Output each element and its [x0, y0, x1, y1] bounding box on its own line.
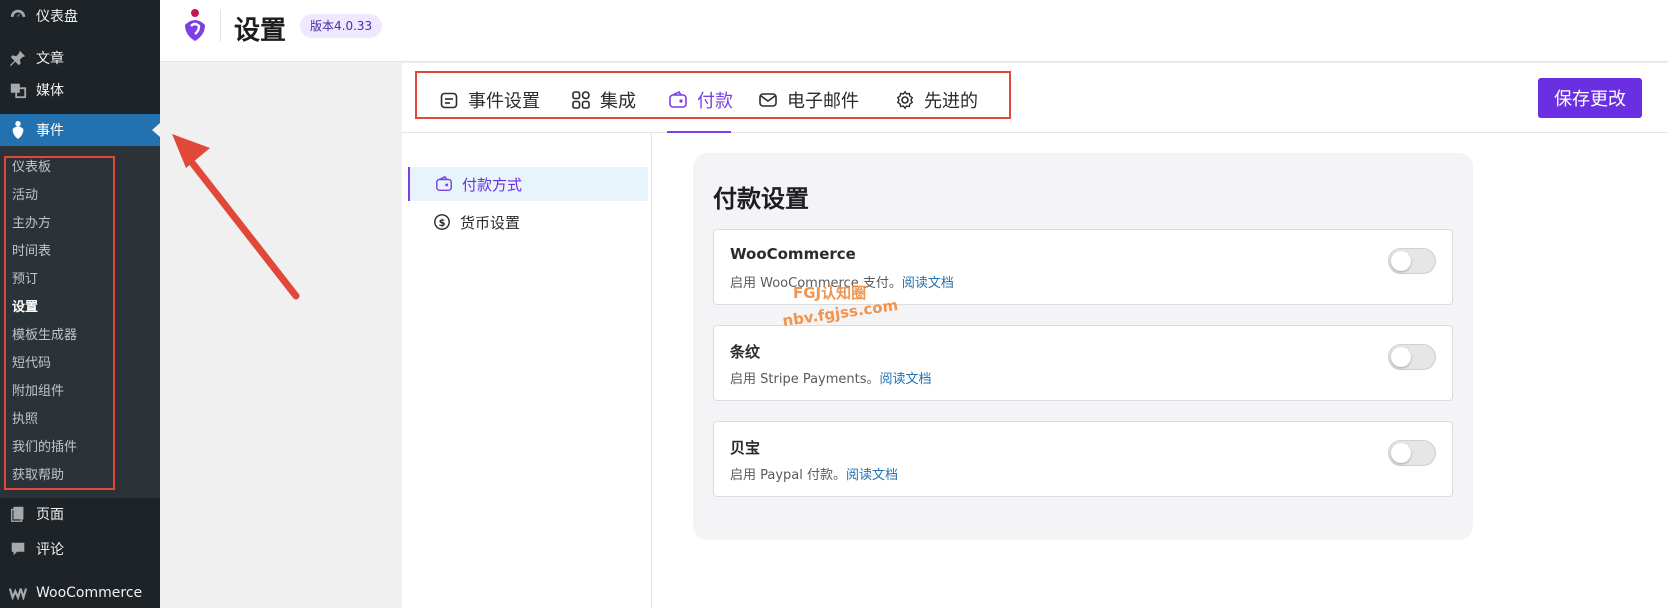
sidebar-item-comments[interactable]: 评论: [0, 533, 160, 565]
annotation-arrow: [172, 134, 300, 300]
sidebar-item-label: WooCommerce: [36, 585, 143, 601]
header-divider: [220, 10, 221, 42]
gateway-desc-text: 启用 Stripe Payments。: [730, 372, 880, 387]
gateway-toggle[interactable]: [1388, 248, 1436, 274]
gateway-desc-text: 启用 Paypal 付款。: [730, 468, 847, 483]
top-header: 设置 版本4.0.33: [160, 0, 1668, 62]
dashboard-icon: [8, 6, 28, 26]
save-changes-button[interactable]: 保存更改: [1538, 78, 1642, 118]
gateway-row-paypal: 贝宝 启用 Paypal 付款。阅读文档: [713, 421, 1453, 497]
sidebar-item-posts[interactable]: 文章: [0, 42, 160, 74]
gateway-row-stripe: 条纹 启用 Stripe Payments。阅读文档: [713, 325, 1453, 401]
dollar-icon: $: [432, 212, 452, 232]
woocommerce-icon: [8, 583, 28, 603]
gateway-name: 贝宝: [730, 439, 761, 457]
sidebar-item-woocommerce[interactable]: WooCommerce: [0, 578, 160, 608]
subnav-label: 付款方式: [462, 175, 523, 194]
gateway-description: 启用 Stripe Payments。阅读文档: [730, 368, 932, 387]
read-docs-link[interactable]: 阅读文档: [846, 468, 898, 483]
annotation-box-tabs: [415, 71, 1011, 119]
sidebar-item-label: 事件: [36, 123, 64, 139]
sidebar-item-label: 页面: [36, 507, 64, 523]
toggle-knob: [1391, 443, 1411, 463]
sidebar-item-media[interactable]: 媒体: [0, 74, 160, 106]
sidebar-item-dashboard[interactable]: 仪表盘: [0, 0, 160, 32]
annotation-box-submenu: [4, 156, 115, 490]
event-icon: [8, 120, 28, 140]
gateway-name: WooCommerce: [730, 245, 856, 263]
admin-sidebar: 仪表盘 文章 媒体 事件 仪表板 活动 主办方 时间表 预订 设置 模板生成器 …: [0, 0, 160, 608]
sidebar-item-label: 文章: [36, 51, 64, 67]
sidebar-item-label: 仪表盘: [36, 9, 78, 25]
wallet-icon: [434, 174, 454, 194]
gateway-description: 启用 Paypal 付款。阅读文档: [730, 464, 898, 483]
sidebar-item-label: 评论: [36, 542, 64, 558]
comment-icon: [8, 539, 28, 559]
gateway-name: 条纹: [730, 343, 761, 361]
plugin-logo: [182, 8, 208, 42]
pin-icon: [8, 48, 28, 68]
toggle-knob: [1391, 251, 1411, 271]
subnav-currency-settings[interactable]: $ 货币设置: [408, 205, 648, 239]
payment-subnav: 付款方式 $ 货币设置: [402, 133, 652, 608]
sidebar-item-label: 媒体: [36, 83, 64, 99]
page-icon: [8, 504, 28, 524]
media-icon: [8, 80, 28, 100]
gateway-toggle[interactable]: [1388, 440, 1436, 466]
active-tab-indicator: [667, 131, 731, 133]
gateway-toggle[interactable]: [1388, 344, 1436, 370]
subnav-label: 货币设置: [460, 213, 521, 232]
read-docs-link[interactable]: 阅读文档: [880, 372, 932, 387]
panel-title: 付款设置: [713, 185, 809, 213]
read-docs-link[interactable]: 阅读文档: [902, 276, 954, 291]
version-badge: 版本4.0.33: [300, 14, 383, 38]
sidebar-item-events[interactable]: 事件: [0, 114, 160, 146]
watermark-line-1: FGJ认知圈: [793, 284, 867, 302]
sidebar-item-pages[interactable]: 页面: [0, 498, 160, 530]
payment-settings-panel: 付款设置 WooCommerce 启用 WooCommerce 支付。阅读文档 …: [693, 153, 1473, 540]
page-title: 设置: [234, 16, 287, 46]
svg-text:$: $: [439, 218, 446, 229]
subnav-payment-methods[interactable]: 付款方式: [408, 167, 648, 201]
toggle-knob: [1391, 347, 1411, 367]
